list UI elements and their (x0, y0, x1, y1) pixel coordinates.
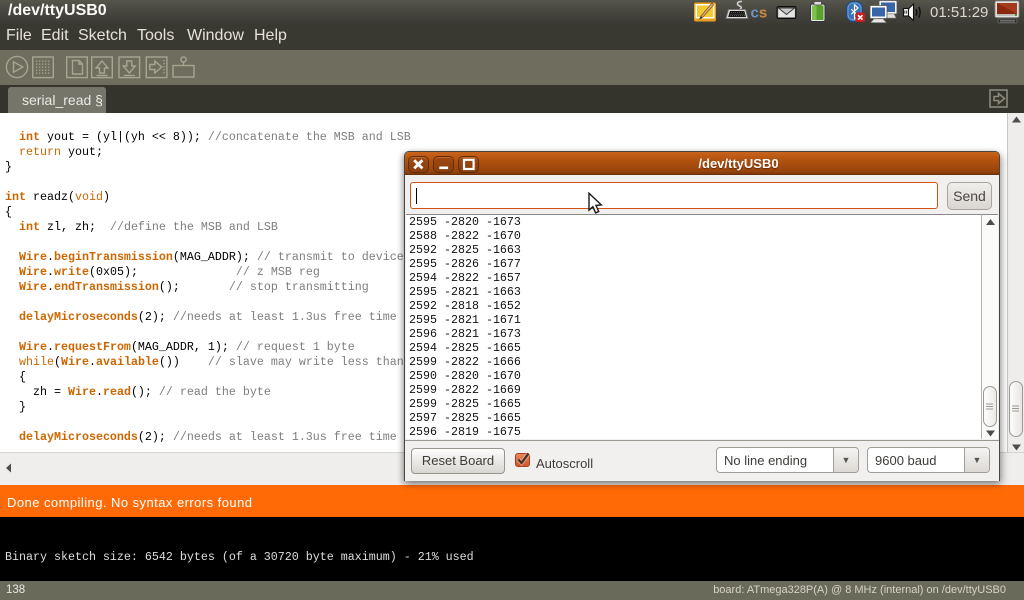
svg-text:cs: cs (751, 5, 768, 22)
